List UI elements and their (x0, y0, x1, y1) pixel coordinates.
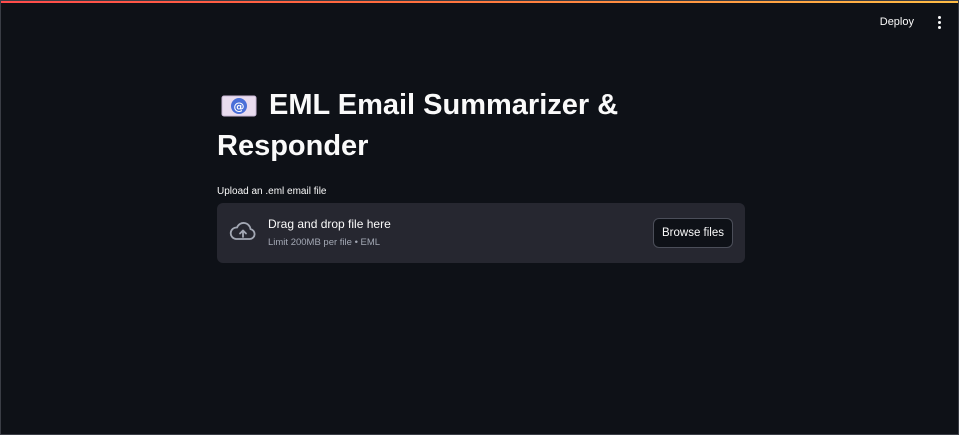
page-title: EML Email Summarizer & Responder (217, 89, 619, 162)
deploy-button[interactable]: Deploy (874, 12, 920, 32)
dropzone-limit-text: Limit 200MB per file • EML (268, 237, 381, 248)
page-title-wrapper: @ EML Email Summarizer & Responder (217, 85, 745, 167)
browse-files-button[interactable]: Browse files (653, 218, 733, 248)
dropzone-main-text: Drag and drop file here (268, 217, 391, 231)
main-content: @ EML Email Summarizer & Responder Uploa… (217, 85, 745, 263)
file-dropzone[interactable]: Drag and drop file here Limit 200MB per … (217, 203, 745, 263)
uploader-label: Upload an .eml email file (217, 186, 327, 197)
email-at-icon: @ (221, 88, 257, 117)
top-header: Deploy (874, 9, 946, 35)
dropzone-instructions: Drag and drop file here Limit 200MB per … (268, 217, 391, 249)
top-accent-bar (1, 1, 958, 3)
svg-text:@: @ (234, 100, 245, 113)
app-window: Deploy @ EML Email Summarizer & Responde… (0, 0, 959, 435)
cloud-upload-icon (229, 220, 257, 244)
more-vertical-icon[interactable] (932, 12, 946, 32)
